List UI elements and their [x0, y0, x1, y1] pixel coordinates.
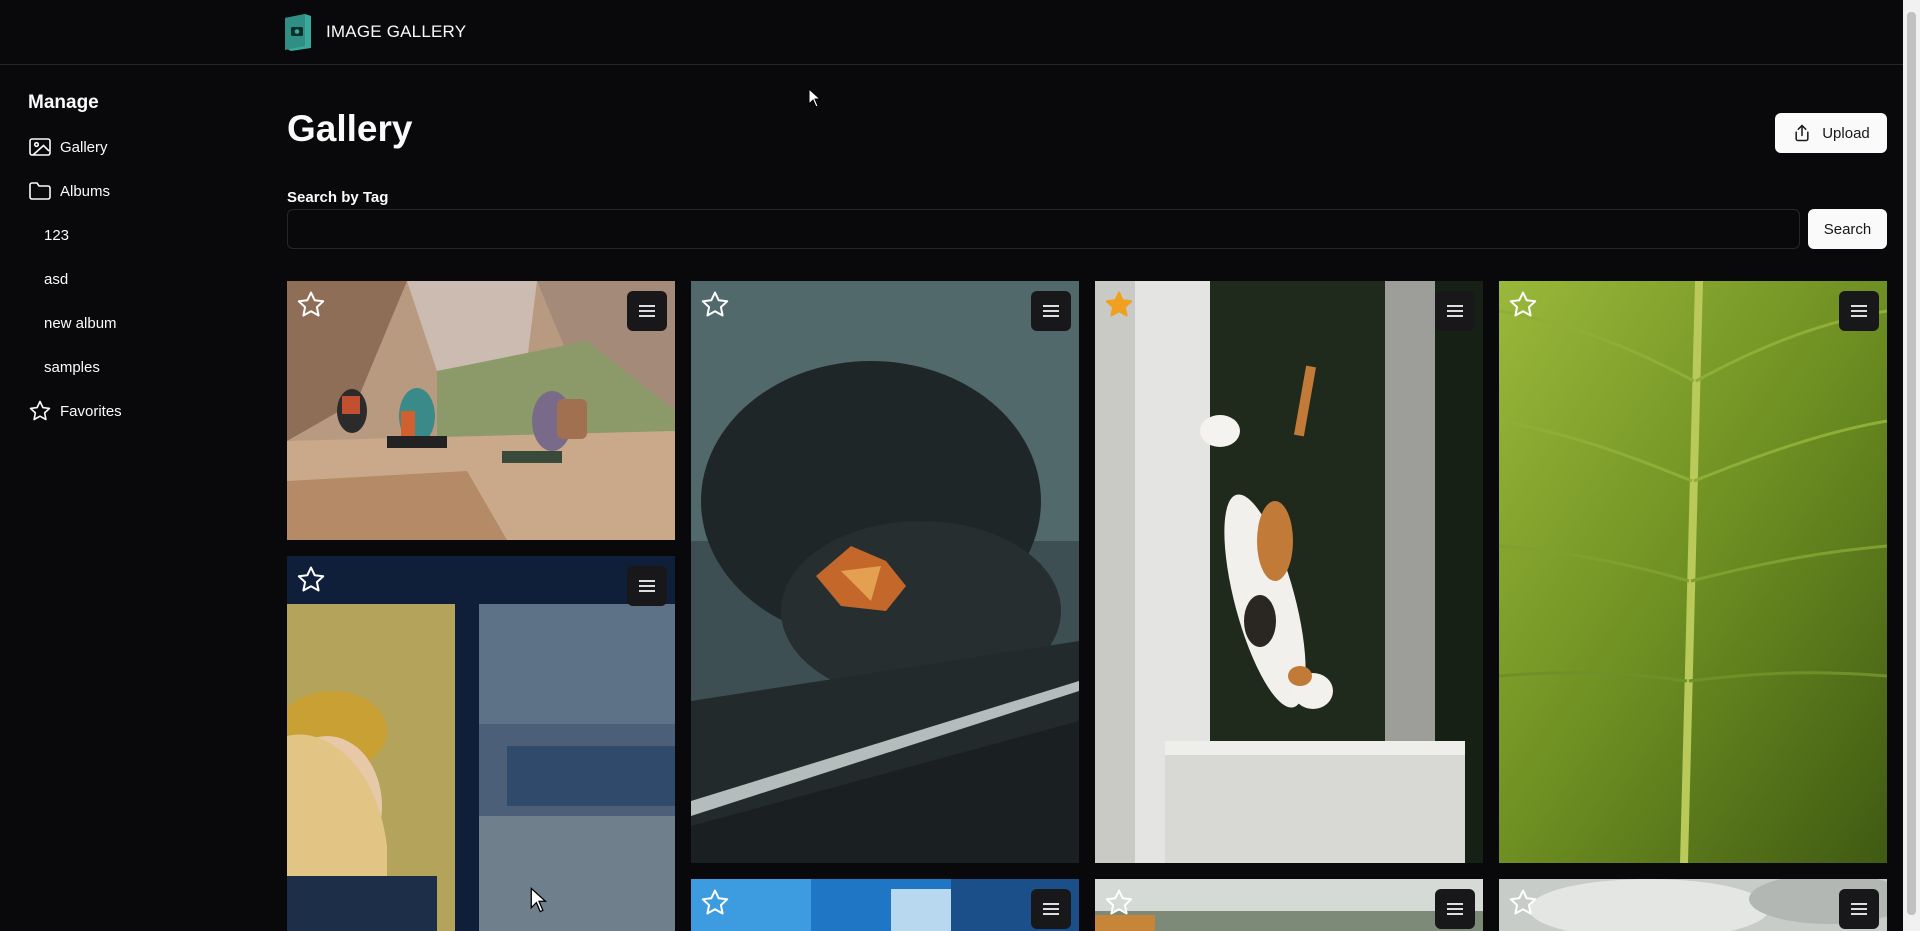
sidebar-item-label: new album — [44, 314, 117, 332]
gallery-image-card[interactable] — [287, 281, 675, 540]
hamburger-menu-icon — [1851, 305, 1867, 317]
page-title: Gallery — [287, 108, 413, 149]
image-menu-button[interactable] — [1031, 291, 1071, 331]
image-menu-button[interactable] — [1839, 889, 1879, 929]
sidebar-album-samples[interactable]: samples — [44, 352, 100, 382]
gallery-image-card[interactable] — [691, 879, 1079, 931]
hamburger-menu-icon — [1043, 305, 1059, 317]
sidebar-album-123[interactable]: 123 — [44, 220, 69, 250]
photo-laughing-person — [287, 556, 675, 931]
image-menu-button[interactable] — [627, 566, 667, 606]
hamburger-menu-icon — [639, 580, 655, 592]
favorite-star-icon[interactable] — [699, 289, 731, 321]
hamburger-menu-icon — [1447, 305, 1463, 317]
photo-cloudy-sky — [1499, 879, 1887, 931]
photo-green-leaf — [1499, 281, 1887, 863]
favorite-star-icon[interactable] — [699, 887, 731, 919]
gallery-image-card[interactable] — [287, 556, 675, 931]
upload-icon — [1795, 124, 1809, 142]
favorite-star-icon[interactable] — [295, 289, 327, 321]
sidebar-item-favorites[interactable]: Favorites — [28, 396, 122, 426]
sidebar-item-label: Albums — [60, 182, 111, 200]
favorite-star-icon[interactable] — [295, 564, 327, 596]
image-menu-button[interactable] — [1839, 291, 1879, 331]
hamburger-menu-icon — [639, 305, 655, 317]
sidebar-item-albums[interactable]: Albums — [28, 176, 110, 206]
sidebar-heading: Manage — [28, 92, 99, 113]
photo-ocean — [691, 879, 1079, 931]
favorite-star-icon[interactable] — [1507, 887, 1539, 919]
sidebar-album-asd[interactable]: asd — [44, 264, 68, 294]
image-menu-button[interactable] — [1435, 291, 1475, 331]
favorite-star-icon[interactable] — [1103, 289, 1135, 321]
hamburger-menu-icon — [1851, 903, 1867, 915]
sidebar: Manage Gallery Albums 123 asd new album … — [0, 66, 260, 931]
star-icon — [29, 400, 51, 421]
folder-icon — [29, 182, 51, 200]
photo-hikers-canyon — [287, 281, 675, 540]
search-label: Search by Tag — [287, 189, 389, 206]
favorite-star-icon[interactable] — [1103, 887, 1135, 919]
gallery-image-card[interactable] — [691, 281, 1079, 863]
hamburger-menu-icon — [1447, 903, 1463, 915]
sidebar-item-label: Favorites — [60, 402, 122, 420]
gallery-image-card[interactable] — [1095, 879, 1483, 931]
sidebar-item-label: samples — [44, 358, 100, 376]
sidebar-item-gallery[interactable]: Gallery — [28, 132, 108, 162]
gallery-image-card[interactable] — [1499, 281, 1887, 863]
hamburger-menu-icon — [1043, 903, 1059, 915]
sidebar-item-label: 123 — [44, 226, 70, 244]
search-button[interactable]: Search — [1808, 209, 1887, 249]
photo-coastal-landscape — [1095, 879, 1483, 931]
photo-calico-cat — [1095, 281, 1483, 863]
image-icon — [29, 138, 51, 156]
mouse-cursor-icon — [808, 88, 822, 108]
gallery-image-card[interactable] — [1499, 879, 1887, 931]
sidebar-album-new-album[interactable]: new album — [44, 308, 117, 338]
image-menu-button[interactable] — [1031, 889, 1071, 929]
sidebar-item-label: Gallery — [60, 138, 108, 156]
app-title: IMAGE GALLERY — [326, 22, 467, 41]
gallery-logo-icon — [285, 14, 311, 51]
scrollbar-thumb[interactable] — [1907, 12, 1916, 915]
tag-search-input[interactable] — [287, 209, 1800, 249]
top-bar: IMAGE GALLERY — [0, 0, 1903, 65]
image-menu-button[interactable] — [627, 291, 667, 331]
sidebar-item-label: asd — [44, 270, 69, 288]
upload-button-label: Upload — [1822, 124, 1870, 142]
image-menu-button[interactable] — [1435, 889, 1475, 929]
upload-button[interactable]: Upload — [1775, 113, 1887, 153]
gallery-image-card[interactable] — [1095, 281, 1483, 863]
brand[interactable]: IMAGE GALLERY — [281, 12, 466, 52]
photo-leaf-on-window — [691, 281, 1079, 863]
favorite-star-icon[interactable] — [1507, 289, 1539, 321]
